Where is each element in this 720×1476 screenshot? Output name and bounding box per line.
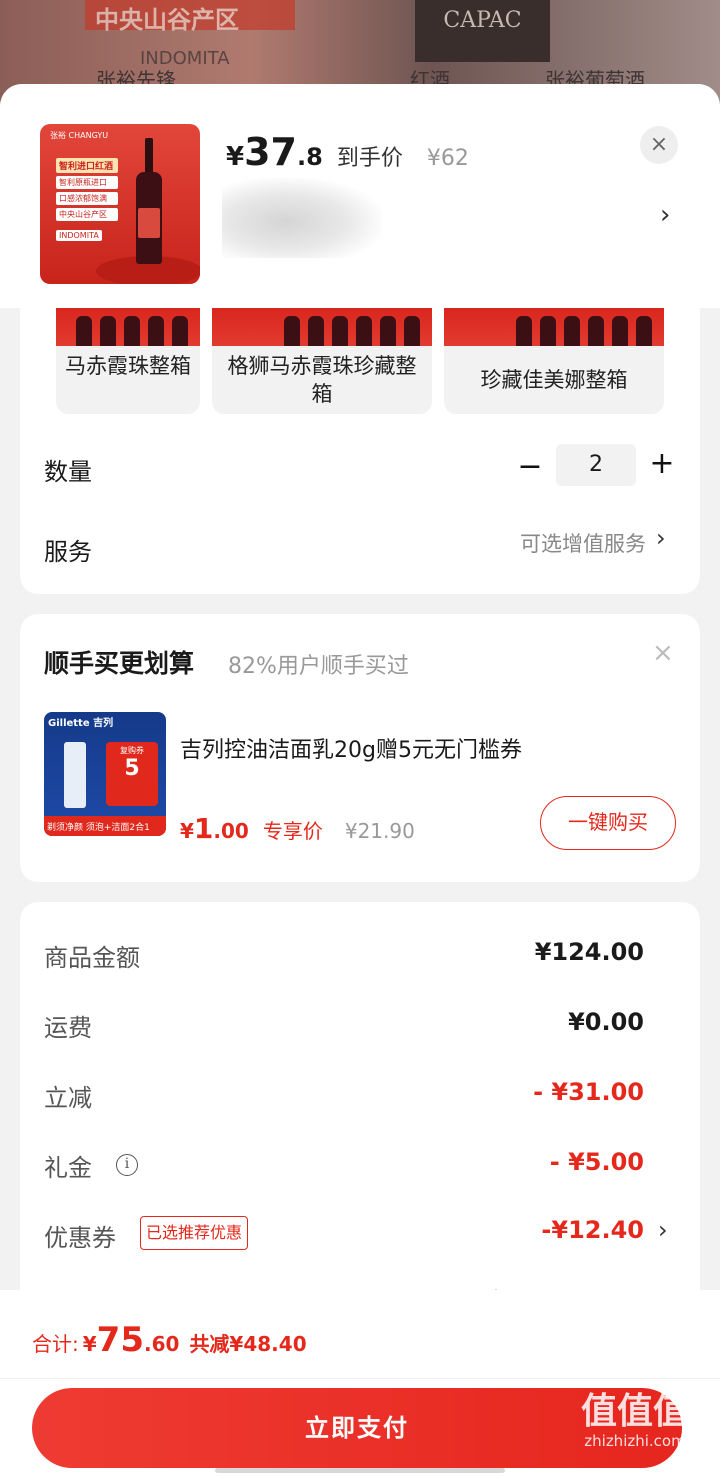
variant-image xyxy=(444,308,664,346)
price-integer: 37 xyxy=(244,130,297,174)
recommended-coupon-badge: 已选推荐优惠 xyxy=(140,1216,249,1250)
thumb-tag: 中央山谷产区 xyxy=(56,208,118,221)
final-price-label: 到手价 xyxy=(336,146,403,171)
order-total: 合计: ¥ 75 .60 共减¥48.40 xyxy=(32,1320,307,1360)
order-summary-card: 商品金额 ¥124.00 运费 ¥0.00 立减 - ¥31.00 礼金 i -… xyxy=(20,902,700,1322)
product-thumbnail: 张裕 CHANGYU 智利进口红酒 智利原瓶进口 口感浓郁饱满 中央山谷产区 I… xyxy=(40,124,200,284)
price-currency: ¥ xyxy=(226,142,245,172)
coupon-amount: 5 xyxy=(124,756,140,781)
close-icon[interactable]: × xyxy=(652,638,674,668)
total-savings: 共减¥48.40 xyxy=(189,1332,307,1356)
total-label: 合计: xyxy=(32,1332,79,1356)
gift-price-decimal: .00 xyxy=(213,819,249,843)
variant-image xyxy=(212,308,432,346)
home-indicator xyxy=(215,1468,505,1473)
service-label: 服务 xyxy=(44,538,92,566)
variant-image xyxy=(56,308,200,346)
shipping-value: ¥0.00 xyxy=(568,1008,644,1036)
upsell-subtitle: 82%用户顺手买过 xyxy=(228,654,409,679)
gift-banner: 剃须净颜 须泡+洁面2合1 xyxy=(44,816,166,836)
background-bottle-label: CAPAC xyxy=(415,0,550,62)
thumb-brand: 张裕 CHANGYU xyxy=(50,131,109,140)
quantity-decrease-button[interactable]: − xyxy=(516,452,544,482)
variant-option[interactable]: 珍藏佳美娜整箱 xyxy=(444,308,664,414)
thumb-tag: 口感浓郁饱满 xyxy=(56,192,118,205)
gift-original-price: ¥21.90 xyxy=(344,819,415,843)
variant-option[interactable]: 马赤霞珠整箱 xyxy=(56,308,200,414)
upsell-title: 顺手买更划算 xyxy=(44,649,195,678)
service-hint[interactable]: 可选增值服务 xyxy=(460,528,646,558)
gift-product-thumbnail[interactable]: Gillette 吉列 复购券 5 剃须净颜 须泡+洁面2合1 xyxy=(44,712,166,836)
shipping-label: 运费 xyxy=(44,1014,92,1042)
thumb-tag: 智利原瓶进口 xyxy=(56,176,118,189)
thumb-logo: INDOMITA xyxy=(56,230,102,241)
instant-discount-value: - ¥31.00 xyxy=(533,1078,644,1106)
variant-name: 格狮马赤霞珠珍藏整箱 xyxy=(227,354,417,406)
total-integer: 75 xyxy=(96,1320,144,1360)
price-row: ¥ 37 .8 到手价 ¥62 xyxy=(226,130,469,174)
variant-name: 珍藏佳美娜整箱 xyxy=(480,368,628,392)
watermark-logo: 值值值 xyxy=(580,1391,689,1432)
gift-price-row: ¥ 1 .00 专享价 ¥21.90 xyxy=(180,812,415,845)
sku-spec-blurred[interactable] xyxy=(222,178,382,258)
goods-amount-value: ¥124.00 xyxy=(534,938,644,966)
gift-money-value: - ¥5.00 xyxy=(549,1148,644,1176)
gift-product-name[interactable]: 吉列控油洁面乳20g赠5元无门槛券 xyxy=(180,732,522,764)
total-currency: ¥ xyxy=(82,1332,97,1356)
gift-price-currency: ¥ xyxy=(180,819,194,843)
chevron-right-icon[interactable]: › xyxy=(656,524,666,552)
thumb-tag: 智利进口红酒 xyxy=(56,158,118,173)
variant-option[interactable]: 格狮马赤霞珠珍藏整箱 xyxy=(212,308,432,414)
gift-brand: Gillette 吉列 xyxy=(48,718,114,729)
product-header: 张裕 CHANGYU 智利进口红酒 智利原瓶进口 口感浓郁饱满 中央山谷产区 I… xyxy=(0,84,720,308)
coupon-label: 优惠券 xyxy=(44,1224,116,1252)
one-click-buy-button[interactable]: 一键购买 xyxy=(540,796,676,850)
watermark-url: zhizhizhi.com xyxy=(584,1432,686,1450)
checkout-sheet: 张裕 CHANGYU 智利进口红酒 智利原瓶进口 口感浓郁饱满 中央山谷产区 I… xyxy=(0,84,720,1476)
chevron-right-icon[interactable]: › xyxy=(660,200,670,230)
background-banner: 中央山谷产区 xyxy=(85,0,295,34)
quantity-label: 数量 xyxy=(44,458,92,486)
total-decimal: .60 xyxy=(144,1332,180,1356)
close-icon[interactable]: × xyxy=(640,126,678,164)
gift-price-integer: 1 xyxy=(193,812,214,845)
price-decimal: .8 xyxy=(296,143,323,171)
wine-bottle-image xyxy=(136,138,162,264)
exclusive-price-label: 专享价 xyxy=(262,819,323,843)
coupon-title: 复购券 xyxy=(120,746,144,755)
options-card: 马赤霞珠整箱 格狮马赤霞珠珍藏整箱 珍藏佳美娜整箱 数量 − 2 + 服务 可选… xyxy=(20,308,700,594)
upsell-card: 顺手买更划算 82%用户顺手买过 × Gillette 吉列 复购券 5 剃须净… xyxy=(20,614,700,882)
info-icon[interactable]: i xyxy=(116,1154,138,1176)
coupon-value[interactable]: -¥12.40 xyxy=(400,1216,644,1244)
goods-amount-label: 商品金额 xyxy=(44,944,140,972)
quantity-input[interactable]: 2 xyxy=(556,444,636,486)
quantity-increase-button[interactable]: + xyxy=(648,448,676,480)
gift-money-label: 礼金 xyxy=(44,1154,92,1182)
variant-name: 马赤霞珠整箱 xyxy=(65,354,191,378)
coupon-graphic: 复购券 5 xyxy=(106,742,158,806)
original-price: ¥62 xyxy=(426,146,469,171)
instant-discount-label: 立减 xyxy=(44,1084,92,1112)
chevron-right-icon[interactable]: › xyxy=(658,1216,668,1244)
site-watermark: 值值值 zhizhizhi.com xyxy=(560,1391,710,1451)
divider xyxy=(0,1378,720,1379)
bottom-action-bar: 合计: ¥ 75 .60 共减¥48.40 立即支付 值值值 zhizhizhi… xyxy=(0,1290,720,1476)
cleanser-tube-image xyxy=(64,742,86,808)
